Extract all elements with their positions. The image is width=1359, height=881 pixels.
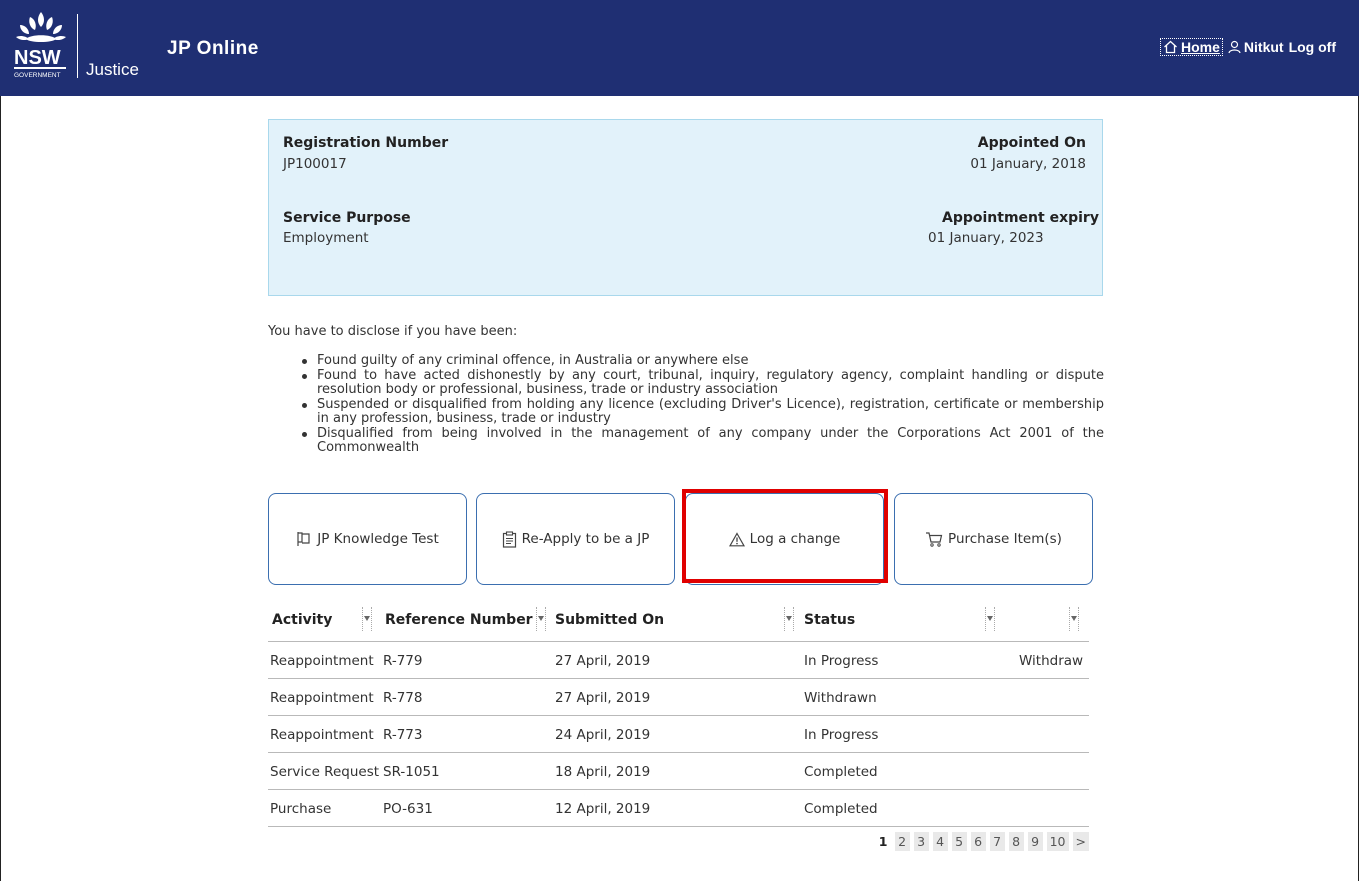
status-cell: Withdrawn (804, 689, 877, 706)
table-row: Purchase PO-631 12 April, 2019 Completed (268, 790, 1089, 827)
cart-icon (926, 532, 943, 547)
logoff-link[interactable]: Log off (1289, 39, 1336, 55)
appointed-on-label: Appointed On (977, 135, 1086, 151)
reference-cell: SR-1051 (383, 763, 440, 780)
activity-cell: Reappointment (270, 726, 374, 743)
pagination: 1 2 3 4 5 6 7 8 9 10 > (875, 832, 1089, 851)
page-link-9[interactable]: 9 (1027, 832, 1043, 851)
disclosure-item: Disqualified from being involved in the … (300, 426, 1104, 456)
app-header: NSW GOVERNMENT Justice JP Online Home Ni… (0, 0, 1359, 96)
submitted-cell: 18 April, 2019 (555, 763, 651, 780)
jp-knowledge-test-button[interactable]: JP Knowledge Test (268, 493, 467, 585)
svg-text:GOVERNMENT: GOVERNMENT (14, 72, 61, 79)
page-link-3[interactable]: 3 (913, 832, 929, 851)
disclosure-item: Suspended or disqualified from holding a… (300, 397, 1104, 427)
reference-cell: R-778 (383, 689, 423, 706)
registration-number-value: JP100017 (283, 156, 347, 172)
flag-icon (297, 532, 310, 546)
status-cell: Completed (804, 763, 878, 780)
appointed-on-value: 01 January, 2018 (970, 156, 1086, 172)
reference-cell: PO-631 (383, 800, 433, 817)
table-header: Activity Reference Number Submitted On S… (268, 597, 1089, 642)
reference-cell: R-779 (383, 652, 423, 669)
disclosure-item: Found guilty of any criminal offence, in… (300, 353, 1104, 369)
submitted-cell: 24 April, 2019 (555, 726, 651, 743)
column-header-activity[interactable]: Activity (272, 597, 332, 642)
jp-knowledge-test-label: JP Knowledge Test (317, 531, 439, 547)
jp-info-panel: Registration Number JP100017 Appointed O… (268, 119, 1103, 296)
clipboard-icon (502, 530, 516, 548)
filter-icon[interactable] (985, 607, 995, 631)
page-link-7[interactable]: 7 (989, 832, 1005, 851)
table-row: Reappointment R-779 27 April, 2019 In Pr… (268, 642, 1089, 679)
column-header-submitted-on[interactable]: Submitted On (555, 597, 664, 642)
highlight-box (682, 489, 888, 583)
table-row: Service Request SR-1051 18 April, 2019 C… (268, 753, 1089, 790)
logo-divider (77, 14, 78, 78)
table-row: Reappointment R-778 27 April, 2019 Withd… (268, 679, 1089, 716)
filter-icon[interactable] (1069, 607, 1079, 631)
reapply-jp-label: Re-Apply to be a JP (521, 531, 650, 547)
user-icon (1228, 40, 1241, 54)
activity-table: Activity Reference Number Submitted On S… (268, 597, 1089, 827)
activity-cell: Reappointment (270, 652, 374, 669)
activity-cell: Service Request (270, 763, 380, 780)
page-link-1[interactable]: 1 (875, 832, 891, 851)
top-nav: Home Nitkut Log off (1160, 38, 1336, 56)
submitted-cell: 12 April, 2019 (555, 800, 651, 817)
reference-cell: R-773 (383, 726, 423, 743)
disclosure-list: Found guilty of any criminal offence, in… (300, 353, 1104, 456)
table-row: Reappointment R-773 24 April, 2019 In Pr… (268, 716, 1089, 753)
status-cell: Completed (804, 800, 878, 817)
disclosure-item: Found to have acted dishonestly by any c… (300, 368, 1104, 398)
app-title: JP Online (167, 38, 259, 59)
home-icon (1164, 40, 1177, 54)
disclosure-intro: You have to disclose if you have been: (268, 324, 518, 339)
page-link-6[interactable]: 6 (970, 832, 986, 851)
submitted-cell: 27 April, 2019 (555, 652, 651, 669)
home-link[interactable]: Home (1160, 38, 1223, 56)
next-page-button[interactable]: > (1072, 832, 1089, 851)
activity-cell: Purchase (270, 800, 332, 817)
purchase-items-label: Purchase Item(s) (948, 531, 1062, 547)
user-name: Nitkut (1243, 39, 1284, 55)
page-link-4[interactable]: 4 (932, 832, 948, 851)
appointment-expiry-label: Appointment expiry (942, 210, 1099, 226)
status-cell: In Progress (804, 726, 879, 743)
appointment-expiry-value: 01 January, 2023 (928, 230, 1044, 246)
nsw-waratah-logo-icon: NSW GOVERNMENT (14, 12, 66, 79)
registration-number-label: Registration Number (283, 135, 449, 151)
page-link-2[interactable]: 2 (894, 832, 910, 851)
page-link-5[interactable]: 5 (951, 832, 967, 851)
service-purpose-value: Employment (283, 230, 369, 246)
column-header-reference-number[interactable]: Reference Number (385, 597, 533, 642)
page-link-10[interactable]: 10 (1046, 832, 1069, 851)
home-link-label: Home (1181, 39, 1220, 55)
status-cell: In Progress (804, 652, 879, 669)
column-header-status[interactable]: Status (804, 597, 855, 642)
filter-icon[interactable] (362, 607, 372, 631)
activity-cell: Reappointment (270, 689, 374, 706)
filter-icon[interactable] (536, 607, 546, 631)
page-link-8[interactable]: 8 (1008, 832, 1024, 851)
filter-icon[interactable] (784, 607, 794, 631)
reapply-jp-button[interactable]: Re-Apply to be a JP (476, 493, 675, 585)
withdraw-link[interactable]: Withdraw (1019, 642, 1083, 679)
purchase-items-button[interactable]: Purchase Item(s) (894, 493, 1093, 585)
user-menu[interactable]: Nitkut (1228, 39, 1284, 55)
justice-label: Justice (86, 60, 139, 79)
svg-text:NSW: NSW (14, 47, 61, 69)
submitted-cell: 27 April, 2019 (555, 689, 651, 706)
service-purpose-label: Service Purpose (283, 210, 411, 226)
